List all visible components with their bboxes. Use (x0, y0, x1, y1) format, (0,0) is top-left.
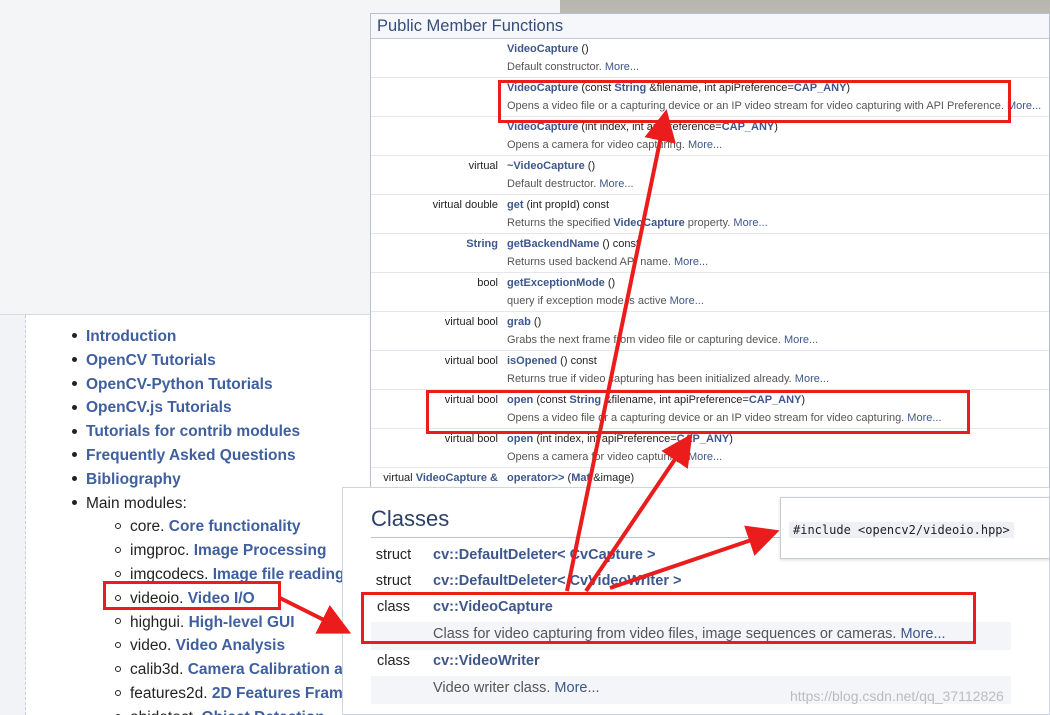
annotation-arrows (279, 109, 780, 634)
arrow-to-include (609, 525, 780, 590)
arrow-to-videoio-class (279, 596, 352, 634)
arrow-to-videocapture-ctor (565, 109, 676, 592)
